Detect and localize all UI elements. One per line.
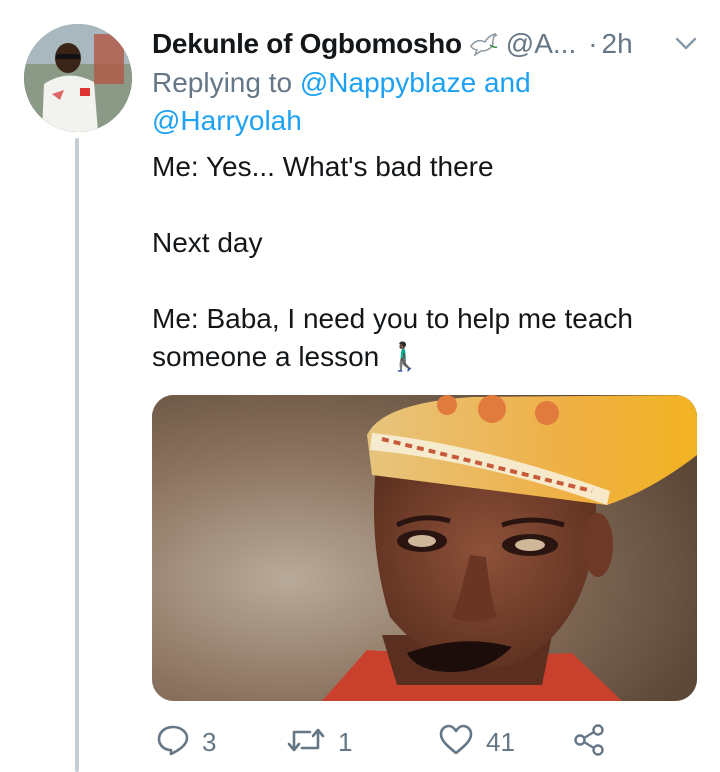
tweet-line: Me: Yes... What's bad there — [152, 151, 494, 182]
replying-prefix: Replying to — [152, 67, 293, 98]
timestamp[interactable]: 2h — [602, 28, 633, 60]
retweet-count: 1 — [338, 726, 353, 757]
like-count: 41 — [486, 726, 515, 757]
mention-link[interactable]: @Harryolah — [152, 105, 302, 136]
avatar-image — [24, 24, 132, 132]
tweet-text: Me: Yes... What's bad there Next day Me:… — [152, 148, 692, 376]
avatar[interactable] — [24, 24, 132, 132]
replying-to: Replying to @Nappyblaze and @Harryolah — [152, 64, 672, 140]
handle[interactable]: @A... — [506, 28, 576, 60]
dove-icon — [468, 32, 500, 56]
tweet-image[interactable] — [152, 395, 697, 701]
heart-icon — [438, 723, 474, 762]
display-name[interactable]: Dekunle of Ogbomosho — [152, 28, 462, 60]
tweet-actions: 3 1 41 — [152, 720, 692, 764]
tweet-line: Me: Baba, I need you to help me teach so… — [152, 303, 633, 372]
reply-count: 3 — [202, 726, 217, 757]
share-button[interactable] — [572, 720, 606, 764]
tweet-header: Dekunle of Ogbomosho @A... · 2h — [152, 24, 700, 64]
share-icon — [572, 723, 606, 762]
separator-dot: · — [588, 28, 598, 59]
thread-line — [75, 138, 79, 772]
chevron-down-icon[interactable] — [672, 30, 700, 58]
retweet-button[interactable]: 1 — [286, 720, 352, 764]
mention-joiner: and — [483, 67, 531, 98]
tweet-line: Next day — [152, 227, 263, 258]
reply-icon — [156, 723, 190, 762]
mention-link[interactable]: @Nappyblaze — [300, 67, 476, 98]
man-photo — [152, 395, 697, 701]
reply-button[interactable]: 3 — [156, 720, 216, 764]
retweet-icon — [286, 723, 326, 762]
like-button[interactable]: 41 — [438, 720, 515, 764]
